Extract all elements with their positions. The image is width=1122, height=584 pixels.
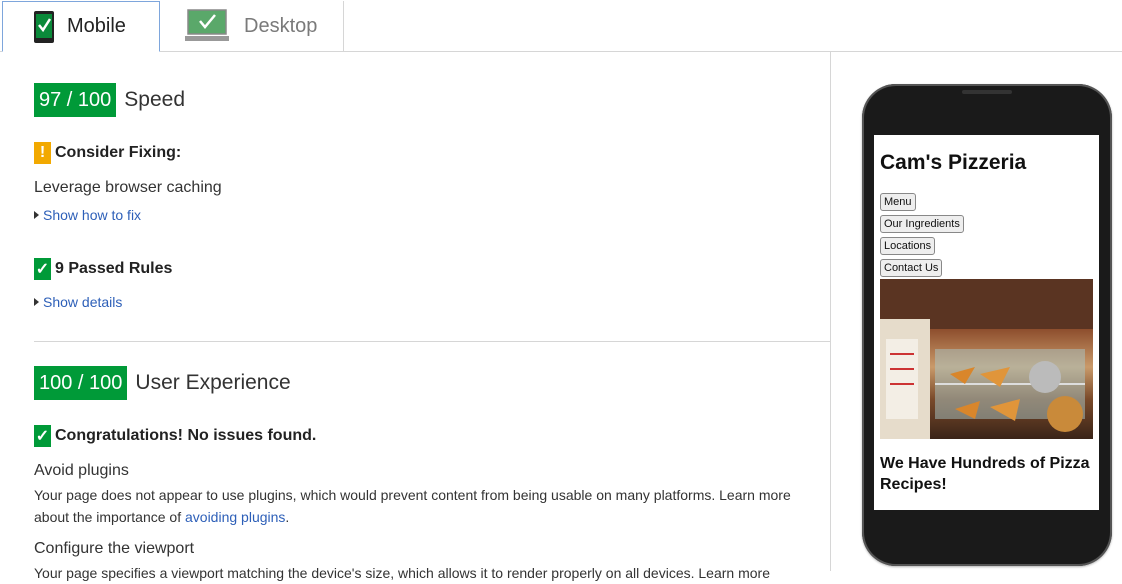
- rule-leverage-caching: Leverage browser caching: [34, 179, 222, 196]
- checkmark-icon: ✓: [34, 425, 51, 447]
- exclamation-icon: !: [34, 142, 51, 164]
- passed-rules-header: ✓ 9 Passed Rules: [34, 258, 172, 280]
- show-how-to-fix-link[interactable]: Show how to fix: [34, 207, 141, 223]
- tab-desktop[interactable]: Desktop: [160, 1, 344, 51]
- triangle-right-icon: [34, 211, 39, 219]
- pizza-shop-image: [880, 279, 1093, 439]
- rule-viewport-text: Your page specifies a viewport matching …: [34, 565, 770, 581]
- checkmark-icon: ✓: [34, 258, 51, 280]
- triangle-right-icon: [34, 298, 39, 306]
- rule-avoid-plugins-title: Avoid plugins: [34, 462, 129, 479]
- mobile-preview-device: Cam's Pizzeria Menu Our Ingredients Loca…: [862, 84, 1112, 566]
- preview-button-ingredients: Our Ingredients: [880, 215, 964, 233]
- preview-heading: We Have Hundreds of Pizza Recipes!: [880, 455, 1090, 493]
- consider-fixing-header: ! Consider Fixing:: [34, 142, 181, 164]
- mobile-preview-screen: Cam's Pizzeria Menu Our Ingredients Loca…: [874, 135, 1099, 510]
- section-divider: [34, 341, 831, 342]
- tab-mobile[interactable]: Mobile: [2, 1, 160, 52]
- show-details-link[interactable]: Show details: [34, 294, 122, 310]
- preview-site-title: Cam's Pizzeria: [880, 151, 1027, 174]
- ux-title: User Experience: [135, 371, 291, 394]
- ux-score-badge: 100 / 100: [34, 366, 128, 400]
- preview-button-locations: Locations: [880, 237, 936, 255]
- speed-score-row: 97 / 100 Speed: [34, 83, 185, 117]
- show-how-to-fix-label: Show how to fix: [43, 207, 142, 223]
- phone-speaker: [962, 90, 1012, 94]
- show-details-label: Show details: [43, 294, 123, 310]
- consider-fixing-label: Consider Fixing:: [55, 144, 182, 161]
- passed-rules-label: 9 Passed Rules: [55, 260, 173, 277]
- speed-title: Speed: [124, 88, 186, 111]
- phone-check-icon: [34, 10, 54, 43]
- results-panel: 97 / 100 Speed ! Consider Fixing: Levera…: [0, 52, 831, 581]
- tab-desktop-label: Desktop: [244, 14, 318, 37]
- congrats-header: ✓ Congratulations! No issues found.: [34, 425, 316, 447]
- congrats-label: Congratulations! No issues found.: [55, 427, 317, 444]
- ux-score-row: 100 / 100 User Experience: [34, 366, 291, 400]
- tab-mobile-label: Mobile: [67, 15, 126, 37]
- preview-button-menu: Menu: [880, 193, 916, 211]
- preview-button-contact: Contact Us: [880, 259, 943, 277]
- monitor-check-icon: [185, 9, 229, 41]
- rule-viewport-title: Configure the viewport: [34, 540, 195, 557]
- preview-pizza-photo: [880, 279, 1093, 439]
- tab-bar: Mobile Desktop: [0, 0, 1122, 52]
- speed-score-badge: 97 / 100: [34, 83, 117, 117]
- rule-avoid-plugins-text: Your page does not appear to use plugins…: [34, 487, 791, 525]
- avoiding-plugins-link[interactable]: avoiding plugins: [185, 509, 285, 525]
